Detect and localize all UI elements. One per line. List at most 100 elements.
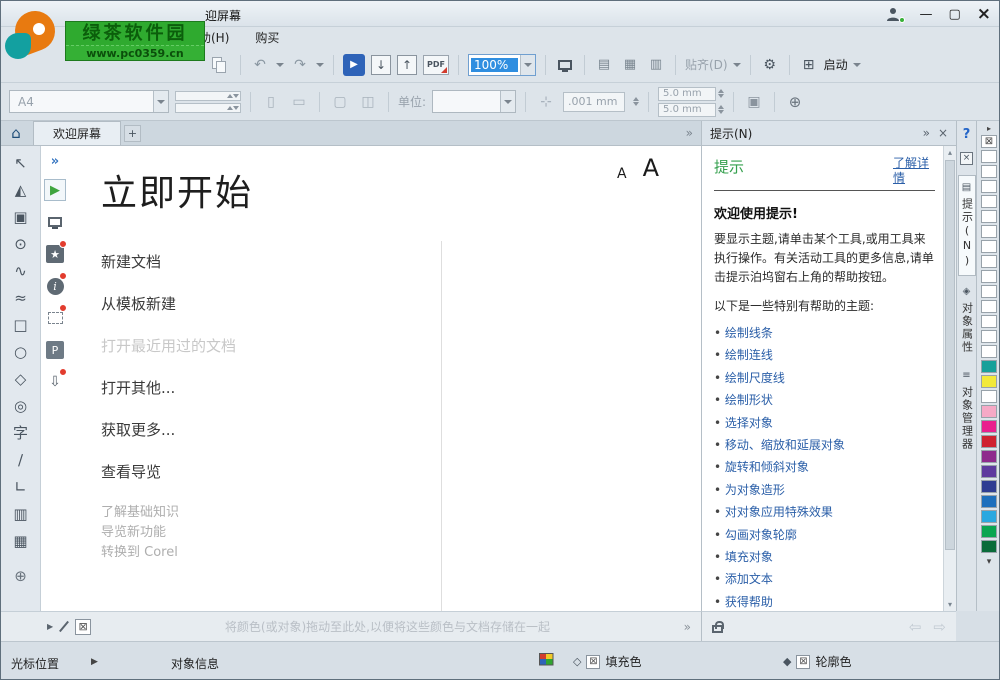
rectangle-tool[interactable]: □ — [6, 311, 36, 338]
undo-button[interactable]: ↶ — [250, 54, 270, 76]
scroll-up-arrow[interactable]: ▴ — [944, 148, 956, 157]
spin-down-arrow[interactable] — [718, 94, 724, 98]
page-height-field[interactable] — [175, 103, 241, 113]
no-color-swatch[interactable]: ⊠ — [75, 619, 91, 635]
palette-flyout-arrow[interactable]: ▶ — [47, 622, 53, 631]
maximize-button[interactable]: ▢ — [948, 8, 960, 21]
color-swatch[interactable] — [981, 540, 997, 553]
ellipse-tool[interactable]: ○ — [6, 338, 36, 365]
crop-tool[interactable]: ▣ — [6, 203, 36, 230]
color-swatch[interactable] — [981, 360, 997, 373]
link-tour-new-features[interactable]: 导览新功能 — [101, 524, 236, 542]
color-swatch[interactable] — [981, 405, 997, 418]
landscape-button[interactable]: ▭ — [288, 91, 310, 113]
docker-flyout-chevron[interactable]: » — [923, 126, 930, 140]
topic-link[interactable]: 绘制尺度线 — [725, 371, 785, 385]
copy-icon[interactable] — [211, 56, 231, 74]
spin-down-arrow[interactable] — [633, 102, 639, 106]
add-control-button[interactable]: ⊕ — [784, 91, 806, 113]
color-swatch[interactable] — [981, 480, 997, 493]
color-swatch[interactable] — [981, 375, 997, 388]
import-button[interactable]: ↓ — [371, 55, 391, 75]
add-tools-button[interactable]: ⊕ — [6, 562, 36, 589]
color-swatch[interactable] — [981, 285, 997, 298]
topic-link[interactable]: 勾画对象轮廓 — [725, 528, 797, 542]
topic-link[interactable]: 绘制连线 — [725, 348, 773, 362]
drop-shadow-tool[interactable]: ▥ — [6, 500, 36, 527]
color-swatch[interactable] — [981, 210, 997, 223]
palette-scroll-down-arrow[interactable]: ▾ — [987, 557, 992, 567]
color-swatch[interactable] — [981, 225, 997, 238]
color-swatch[interactable] — [981, 390, 997, 403]
application-launcher-button[interactable]: ▶ — [343, 54, 365, 76]
redo-dropdown-arrow[interactable] — [316, 63, 324, 67]
color-swatch[interactable] — [981, 195, 997, 208]
tab-overflow-chevron[interactable]: » — [686, 126, 693, 140]
dimension-tool[interactable]: ∕ — [6, 446, 36, 473]
topic-link[interactable]: 选择对象 — [725, 416, 773, 430]
outline-color-indicator[interactable]: ◆ ⊠ 轮廓色 — [783, 653, 851, 670]
color-swatch[interactable] — [981, 165, 997, 178]
link-open-other[interactable]: 打开其他... — [101, 378, 236, 398]
lock-docker-button[interactable] — [712, 625, 723, 633]
undo-dropdown-arrow[interactable] — [276, 63, 284, 67]
no-color-swatch[interactable]: ⊠ — [981, 135, 997, 148]
text-size-large-button[interactable]: A — [643, 154, 659, 182]
user-account-icon[interactable] — [885, 6, 903, 22]
color-swatch[interactable] — [981, 180, 997, 193]
show-guidelines-button[interactable]: ▥ — [646, 54, 666, 76]
nav-learning[interactable]: i — [44, 275, 66, 297]
learn-more-link[interactable]: 了解详情 — [893, 156, 935, 186]
topic-link[interactable]: 填充对象 — [725, 550, 773, 564]
home-tab-button[interactable]: ⌂ — [5, 122, 27, 144]
shape-tool[interactable]: ◭ — [6, 176, 36, 203]
nav-get-started[interactable]: ▶ — [44, 179, 66, 201]
link-take-tour[interactable]: 查看导览 — [101, 462, 236, 482]
link-new-document[interactable]: 新建文档 — [101, 252, 236, 272]
units-combobox[interactable] — [432, 90, 516, 113]
text-tool[interactable]: 字 — [6, 419, 36, 446]
pick-tool[interactable]: ↖ — [6, 149, 36, 176]
fullscreen-preview-button[interactable] — [555, 54, 575, 76]
link-switch-to-corel[interactable]: 转换到 Corel — [101, 544, 236, 562]
cursor-position-flyout[interactable]: ▶ — [91, 657, 98, 667]
color-swatch[interactable] — [981, 255, 997, 268]
zoom-level-value[interactable]: 100% — [471, 58, 518, 72]
page-size-dropdown[interactable] — [153, 91, 168, 112]
color-swatch[interactable] — [981, 450, 997, 463]
color-swatch[interactable] — [981, 495, 997, 508]
duplicate-x-spinner[interactable] — [718, 89, 724, 98]
color-swatch[interactable] — [981, 270, 997, 283]
redo-button[interactable]: ↷ — [290, 54, 310, 76]
scrollbar-thumb[interactable] — [945, 160, 955, 550]
link-new-from-template[interactable]: 从模板新建 — [101, 294, 236, 314]
zoom-dropdown-button[interactable] — [520, 55, 535, 75]
nav-photozoom[interactable]: P — [44, 339, 66, 361]
spin-up-arrow[interactable] — [718, 89, 724, 93]
close-docker-button[interactable]: × — [960, 152, 973, 165]
topic-link[interactable]: 旋转和倾斜对象 — [725, 460, 809, 474]
spiral-tool[interactable]: ◎ — [6, 392, 36, 419]
snap-to-menu[interactable]: 贴齐(D) — [685, 56, 741, 73]
nudge-spinner[interactable] — [633, 97, 639, 106]
color-swatch[interactable] — [981, 510, 997, 523]
spin-down-arrow[interactable] — [233, 106, 239, 110]
spin-up-arrow[interactable] — [718, 105, 724, 109]
text-size-small-button[interactable]: A — [617, 166, 627, 182]
color-swatch[interactable] — [981, 345, 997, 358]
palette-flyout-arrow[interactable]: ▸ — [987, 124, 991, 133]
launch-menu[interactable]: ⊞ 启动 — [799, 54, 861, 76]
units-dropdown[interactable] — [500, 91, 515, 112]
nav-gallery[interactable] — [44, 307, 66, 329]
color-swatch[interactable] — [981, 435, 997, 448]
tab-welcome-screen[interactable]: 欢迎屏幕 — [33, 121, 121, 145]
color-swatch[interactable] — [981, 315, 997, 328]
color-swatch[interactable] — [981, 525, 997, 538]
mesh-fill-tool[interactable]: ▦ — [6, 527, 36, 554]
publish-pdf-button[interactable]: PDF — [423, 55, 449, 75]
hints-scrollbar[interactable]: ▴ ▾ — [943, 146, 956, 611]
color-swatch[interactable] — [981, 150, 997, 163]
eyedropper-icon[interactable] — [59, 621, 69, 632]
spin-up-arrow[interactable] — [633, 97, 639, 101]
new-document-tab-button[interactable]: + — [124, 125, 141, 142]
